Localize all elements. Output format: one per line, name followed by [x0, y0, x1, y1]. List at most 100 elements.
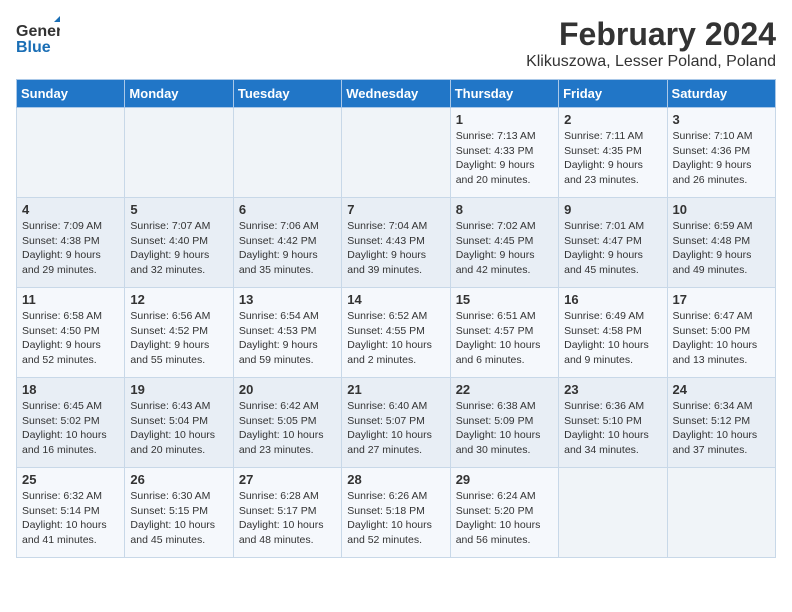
day-number-3: 3 — [673, 112, 770, 127]
day-number-15: 15 — [456, 292, 553, 307]
day-detail-22: Sunrise: 6:38 AM Sunset: 5:09 PM Dayligh… — [456, 399, 553, 458]
col-monday: Monday — [125, 80, 233, 108]
day-detail-17: Sunrise: 6:47 AM Sunset: 5:00 PM Dayligh… — [673, 309, 770, 368]
day-number-19: 19 — [130, 382, 227, 397]
calendar-header-row: Sunday Monday Tuesday Wednesday Thursday… — [17, 80, 776, 108]
calendar-cell-1-6: 10 Sunrise: 6:59 AM Sunset: 4:48 PM Dayli… — [667, 198, 775, 288]
day-detail-4: Sunrise: 7:09 AM Sunset: 4:38 PM Dayligh… — [22, 219, 119, 278]
calendar-table: Sunday Monday Tuesday Wednesday Thursday… — [16, 79, 776, 558]
calendar-cell-0-5: 2 Sunrise: 7:11 AM Sunset: 4:35 PM Daylig… — [559, 108, 667, 198]
col-tuesday: Tuesday — [233, 80, 341, 108]
calendar-cell-2-5: 16 Sunrise: 6:49 AM Sunset: 4:58 PM Dayli… — [559, 288, 667, 378]
day-detail-11: Sunrise: 6:58 AM Sunset: 4:50 PM Dayligh… — [22, 309, 119, 368]
day-number-24: 24 — [673, 382, 770, 397]
day-detail-24: Sunrise: 6:34 AM Sunset: 5:12 PM Dayligh… — [673, 399, 770, 458]
svg-text:General: General — [16, 23, 60, 40]
day-detail-7: Sunrise: 7:04 AM Sunset: 4:43 PM Dayligh… — [347, 219, 444, 278]
col-wednesday: Wednesday — [342, 80, 450, 108]
day-number-8: 8 — [456, 202, 553, 217]
calendar-cell-2-4: 15Sunrise: 6:51 AM Sunset: 4:57 PM Dayli… — [450, 288, 558, 378]
day-number-20: 20 — [239, 382, 336, 397]
calendar-cell-3-0: 18 Sunrise: 6:45 AM Sunset: 5:02 PM Dayli… — [17, 378, 125, 468]
day-detail-19: Sunrise: 6:43 AM Sunset: 5:04 PM Dayligh… — [130, 399, 227, 458]
calendar-cell-1-0: 4Sunrise: 7:09 AM Sunset: 4:38 PM Daylig… — [17, 198, 125, 288]
logo: General Blue — [16, 16, 60, 60]
calendar-cell-3-3: 21 Sunrise: 6:40 AM Sunset: 5:07 PM Dayli… — [342, 378, 450, 468]
day-detail-16: Sunrise: 6:49 AM Sunset: 4:58 PM Dayligh… — [564, 309, 661, 368]
day-detail-13: Sunrise: 6:54 AM Sunset: 4:53 PM Dayligh… — [239, 309, 336, 368]
day-detail-12: Sunrise: 6:56 AM Sunset: 4:52 PM Dayligh… — [130, 309, 227, 368]
title-block: February 2024 Klikuszowa, Lesser Poland,… — [526, 16, 776, 71]
day-number-17: 17 — [673, 292, 770, 307]
calendar-cell-0-1 — [125, 108, 233, 198]
day-number-2: 2 — [564, 112, 661, 127]
calendar-cell-1-2: 6Sunrise: 7:06 AM Sunset: 4:42 PM Daylig… — [233, 198, 341, 288]
day-detail-18: Sunrise: 6:45 AM Sunset: 5:02 PM Dayligh… — [22, 399, 119, 458]
day-number-25: 25 — [22, 472, 119, 487]
day-detail-20: Sunrise: 6:42 AM Sunset: 5:05 PM Dayligh… — [239, 399, 336, 458]
calendar-cell-3-4: 22 Sunrise: 6:38 AM Sunset: 5:09 PM Dayli… — [450, 378, 558, 468]
day-detail-6: Sunrise: 7:06 AM Sunset: 4:42 PM Dayligh… — [239, 219, 336, 278]
calendar-cell-4-1: 26 Sunrise: 6:30 AM Sunset: 5:15 PM Dayli… — [125, 468, 233, 558]
calendar-cell-3-6: 24 Sunrise: 6:34 AM Sunset: 5:12 PM Dayli… — [667, 378, 775, 468]
calendar-cell-3-2: 20 Sunrise: 6:42 AM Sunset: 5:05 PM Dayli… — [233, 378, 341, 468]
day-number-9: 9 — [564, 202, 661, 217]
col-thursday: Thursday — [450, 80, 558, 108]
calendar-cell-1-4: 8 Sunrise: 7:02 AM Sunset: 4:45 PM Daylig… — [450, 198, 558, 288]
day-detail-26: Sunrise: 6:30 AM Sunset: 5:15 PM Dayligh… — [130, 489, 227, 548]
day-detail-3: Sunrise: 7:10 AM Sunset: 4:36 PM Dayligh… — [673, 129, 770, 188]
week-row-1: 1 Sunrise: 7:13 AM Sunset: 4:33 PM Daylig… — [17, 108, 776, 198]
day-number-1: 1 — [456, 112, 553, 127]
col-saturday: Saturday — [667, 80, 775, 108]
week-row-4: 18 Sunrise: 6:45 AM Sunset: 5:02 PM Dayli… — [17, 378, 776, 468]
week-row-2: 4Sunrise: 7:09 AM Sunset: 4:38 PM Daylig… — [17, 198, 776, 288]
day-detail-28: Sunrise: 6:26 AM Sunset: 5:18 PM Dayligh… — [347, 489, 444, 548]
calendar-cell-4-0: 25 Sunrise: 6:32 AM Sunset: 5:14 PM Dayli… — [17, 468, 125, 558]
calendar-cell-2-2: 13 Sunrise: 6:54 AM Sunset: 4:53 PM Dayli… — [233, 288, 341, 378]
calendar-cell-3-1: 19 Sunrise: 6:43 AM Sunset: 5:04 PM Dayli… — [125, 378, 233, 468]
day-number-18: 18 — [22, 382, 119, 397]
day-detail-23: Sunrise: 6:36 AM Sunset: 5:10 PM Dayligh… — [564, 399, 661, 458]
calendar-cell-0-6: 3 Sunrise: 7:10 AM Sunset: 4:36 PM Daylig… — [667, 108, 775, 198]
day-detail-21: Sunrise: 6:40 AM Sunset: 5:07 PM Dayligh… — [347, 399, 444, 458]
day-number-13: 13 — [239, 292, 336, 307]
calendar-cell-0-0 — [17, 108, 125, 198]
calendar-cell-2-6: 17 Sunrise: 6:47 AM Sunset: 5:00 PM Dayli… — [667, 288, 775, 378]
calendar-cell-4-3: 28 Sunrise: 6:26 AM Sunset: 5:18 PM Dayli… — [342, 468, 450, 558]
calendar-cell-0-2 — [233, 108, 341, 198]
day-detail-9: Sunrise: 7:01 AM Sunset: 4:47 PM Dayligh… — [564, 219, 661, 278]
day-number-7: 7 — [347, 202, 444, 217]
svg-text:Blue: Blue — [16, 39, 51, 56]
day-number-28: 28 — [347, 472, 444, 487]
calendar-cell-4-4: 29Sunrise: 6:24 AM Sunset: 5:20 PM Dayli… — [450, 468, 558, 558]
day-detail-8: Sunrise: 7:02 AM Sunset: 4:45 PM Dayligh… — [456, 219, 553, 278]
calendar-cell-4-2: 27 Sunrise: 6:28 AM Sunset: 5:17 PM Dayli… — [233, 468, 341, 558]
day-number-23: 23 — [564, 382, 661, 397]
week-row-3: 11Sunrise: 6:58 AM Sunset: 4:50 PM Dayli… — [17, 288, 776, 378]
day-number-22: 22 — [456, 382, 553, 397]
day-number-29: 29 — [456, 472, 553, 487]
day-detail-10: Sunrise: 6:59 AM Sunset: 4:48 PM Dayligh… — [673, 219, 770, 278]
calendar-title: February 2024 — [526, 16, 776, 53]
day-detail-5: Sunrise: 7:07 AM Sunset: 4:40 PM Dayligh… — [130, 219, 227, 278]
logo-icon: General Blue — [16, 16, 60, 60]
day-detail-27: Sunrise: 6:28 AM Sunset: 5:17 PM Dayligh… — [239, 489, 336, 548]
calendar-cell-2-3: 14Sunrise: 6:52 AM Sunset: 4:55 PM Dayli… — [342, 288, 450, 378]
calendar-cell-2-1: 12 Sunrise: 6:56 AM Sunset: 4:52 PM Dayli… — [125, 288, 233, 378]
calendar-cell-1-5: 9 Sunrise: 7:01 AM Sunset: 4:47 PM Daylig… — [559, 198, 667, 288]
day-number-26: 26 — [130, 472, 227, 487]
day-detail-1: Sunrise: 7:13 AM Sunset: 4:33 PM Dayligh… — [456, 129, 553, 188]
day-number-10: 10 — [673, 202, 770, 217]
calendar-cell-2-0: 11Sunrise: 6:58 AM Sunset: 4:50 PM Dayli… — [17, 288, 125, 378]
calendar-subtitle: Klikuszowa, Lesser Poland, Poland — [526, 53, 776, 71]
day-number-12: 12 — [130, 292, 227, 307]
day-detail-14: Sunrise: 6:52 AM Sunset: 4:55 PM Dayligh… — [347, 309, 444, 368]
day-number-21: 21 — [347, 382, 444, 397]
day-detail-2: Sunrise: 7:11 AM Sunset: 4:35 PM Dayligh… — [564, 129, 661, 188]
calendar-cell-3-5: 23 Sunrise: 6:36 AM Sunset: 5:10 PM Dayli… — [559, 378, 667, 468]
calendar-cell-0-4: 1 Sunrise: 7:13 AM Sunset: 4:33 PM Daylig… — [450, 108, 558, 198]
day-detail-25: Sunrise: 6:32 AM Sunset: 5:14 PM Dayligh… — [22, 489, 119, 548]
calendar-cell-0-3 — [342, 108, 450, 198]
day-number-27: 27 — [239, 472, 336, 487]
day-number-16: 16 — [564, 292, 661, 307]
